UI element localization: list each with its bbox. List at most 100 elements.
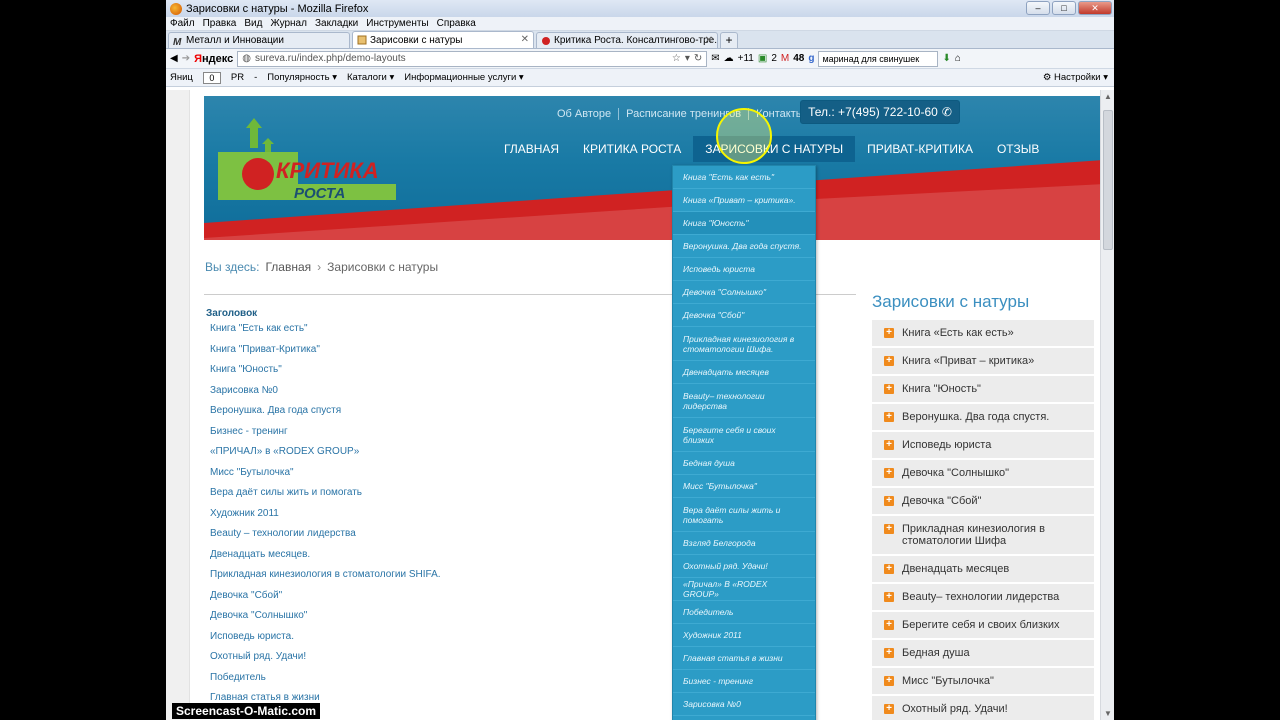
list-item[interactable]: Зарисовка №0 xyxy=(206,385,441,406)
back-icon[interactable]: ◀ xyxy=(170,53,178,64)
info-services-menu[interactable]: Информационные услуги ▾ xyxy=(404,72,523,83)
list-item[interactable]: Вера даёт силы жить и помогать xyxy=(206,487,441,508)
sidebar-item[interactable]: + Охотный ряд. Удачи! xyxy=(872,696,1094,720)
link-about-author[interactable]: Об Авторе xyxy=(550,108,620,120)
sidebar-item[interactable]: + Книга "Юность" xyxy=(872,376,1094,404)
dropdown-item[interactable]: Бизнес - тренинг xyxy=(673,670,815,693)
dropdown-item[interactable]: Девочка "Солнышко" xyxy=(673,281,815,304)
dropdown-item[interactable]: Девочка "Сбой" xyxy=(673,304,815,327)
google-icon[interactable]: g xyxy=(808,53,814,64)
popularity-menu[interactable]: Популярность ▾ xyxy=(267,72,337,83)
dropdown-item[interactable]: Художник 2011 xyxy=(673,624,815,647)
sidebar-item[interactable]: + Прикладная кинезиология в стоматологии … xyxy=(872,516,1094,556)
list-item[interactable]: Победитель xyxy=(206,672,441,693)
dropdown-item[interactable]: Вера даёт силы жить и помогать xyxy=(673,498,815,532)
list-item[interactable]: Beauty – технологии лидерства xyxy=(206,528,441,549)
tab-close-icon[interactable]: ✕ xyxy=(521,34,529,45)
dropdown-arrow-icon[interactable]: ▾ xyxy=(685,53,690,64)
list-item[interactable]: Бизнес - тренинг xyxy=(206,426,441,447)
mail-icon[interactable]: ✉ xyxy=(711,53,719,64)
weather-icon[interactable]: ☁ xyxy=(724,53,734,64)
dropdown-item[interactable]: «Причал» В «RODEX GROUP» xyxy=(673,578,815,601)
dropdown-item[interactable]: Охотный ряд. Удачи! xyxy=(673,555,815,578)
dropdown-item[interactable]: Бедная душа xyxy=(673,452,815,475)
yandex-mail-icon[interactable]: ▣ xyxy=(758,53,767,64)
list-item[interactable]: Мисс "Бутылочка" xyxy=(206,467,441,488)
dropdown-item[interactable]: Главная статья в жизни xyxy=(673,647,815,670)
tab-close-icon[interactable]: ✕ xyxy=(705,35,713,46)
tab-zarisovki[interactable]: Зарисовки с натуры ✕ xyxy=(352,31,534,48)
nav-privat-kritika[interactable]: ПРИВАТ-КРИТИКА xyxy=(855,136,985,162)
minimize-button[interactable]: – xyxy=(1026,1,1050,15)
gmail-icon[interactable]: M xyxy=(781,53,789,64)
dropdown-item[interactable]: Победитель xyxy=(673,601,815,624)
yandex-logo[interactable]: Яндекс xyxy=(194,53,233,65)
settings-menu[interactable]: ⚙ Настройки ▾ xyxy=(1043,72,1114,83)
menu-edit[interactable]: Правка xyxy=(203,18,237,29)
dropdown-item[interactable]: Берегите себя и своих близких xyxy=(673,418,815,452)
sidebar-item[interactable]: + Девочка "Сбой" xyxy=(872,488,1094,516)
scroll-down-icon[interactable]: ▼ xyxy=(1104,709,1112,718)
page-scrollbar[interactable]: ▲ ▼ xyxy=(1100,90,1114,720)
list-item[interactable]: Художник 2011 xyxy=(206,508,441,529)
nav-otzyv[interactable]: ОТЗЫВ xyxy=(985,136,1051,162)
list-item[interactable]: Девочка "Солнышко" xyxy=(206,610,441,631)
sidebar-item[interactable]: + Бедная душа xyxy=(872,640,1094,668)
dropdown-item[interactable]: Исповедь юриста xyxy=(673,258,815,281)
menu-tools[interactable]: Инструменты xyxy=(366,18,428,29)
catalogs-menu[interactable]: Каталоги ▾ xyxy=(347,72,394,83)
list-item[interactable]: Веронушка. Два года спустя xyxy=(206,405,441,426)
dropdown-item[interactable]: Beauty– технологии лидерства xyxy=(673,384,815,418)
menu-bookmarks[interactable]: Закладки xyxy=(315,18,358,29)
tab-metal[interactable]: M Металл и Инновации xyxy=(168,32,350,48)
breadcrumb-home[interactable]: Главная xyxy=(265,260,311,274)
tab-kritika[interactable]: Критика Роста. Консалтингово-тре... ✕ xyxy=(536,32,718,48)
new-tab-button[interactable]: + xyxy=(720,32,738,48)
dropdown-item[interactable]: Взгляд Белгорода xyxy=(673,532,815,555)
sidebar-item[interactable]: + Мисс "Бутылочка" xyxy=(872,668,1094,696)
sidebar-item[interactable]: + Двенадцать месяцев xyxy=(872,556,1094,584)
sidebar-item[interactable]: + Берегите себя и своих близких xyxy=(872,612,1094,640)
sidebar-item[interactable]: + Книга «Есть как есть» xyxy=(872,320,1094,348)
bookmark-star-icon[interactable]: ☆ xyxy=(672,53,681,64)
scroll-up-icon[interactable]: ▲ xyxy=(1104,92,1112,101)
kritika-rosta-logo[interactable]: КРИТИКА РОСТА xyxy=(218,118,398,206)
dropdown-item[interactable]: Прикладная кинезиология в стоматологии Ш… xyxy=(673,327,815,361)
list-item[interactable]: Книга "Приват-Критика" xyxy=(206,344,441,365)
list-item[interactable]: Исповедь юриста. xyxy=(206,631,441,652)
menu-help[interactable]: Справка xyxy=(437,18,476,29)
scrollbar-thumb[interactable] xyxy=(1103,110,1113,250)
sidebar-item[interactable]: + Beauty– технологии лидерства xyxy=(872,584,1094,612)
menu-view[interactable]: Вид xyxy=(244,18,262,29)
menu-file[interactable]: Файл xyxy=(170,18,195,29)
maximize-button[interactable]: □ xyxy=(1052,1,1076,15)
list-item[interactable]: Прикладная кинезиология в стоматологии S… xyxy=(206,569,441,590)
search-input[interactable]: маринад для свинушек xyxy=(818,50,939,67)
download-icon[interactable]: ⬇ xyxy=(942,53,950,64)
dropdown-item[interactable]: Двенадцать месяцев xyxy=(673,361,815,384)
list-item[interactable]: Девочка "Сбой" xyxy=(206,590,441,611)
list-item[interactable]: Книга "Есть как есть" xyxy=(206,323,441,344)
nav-home[interactable]: ГЛАВНАЯ xyxy=(492,136,571,162)
list-item[interactable]: Охотный ряд. Удачи! xyxy=(206,651,441,672)
reload-icon[interactable]: ↻ xyxy=(694,53,702,64)
sidebar-item[interactable]: + Исповедь юриста xyxy=(872,432,1094,460)
sidebar-item[interactable]: + Веронушка. Два года спустя. xyxy=(872,404,1094,432)
list-item[interactable]: Книга "Юность" xyxy=(206,364,441,385)
address-bar[interactable]: ◍ sureva.ru/index.php/demo-layouts ☆ ▾ ↻ xyxy=(237,50,708,67)
nav-kritika-rosta[interactable]: КРИТИКА РОСТА xyxy=(571,136,693,162)
sidebar-item[interactable]: + Девочка "Солнышко" xyxy=(872,460,1094,488)
home-icon[interactable]: ⌂ xyxy=(955,53,961,64)
dropdown-item[interactable]: Книга "Юность" xyxy=(673,212,815,235)
dropdown-item[interactable]: Веронушка. Два года спустя. xyxy=(673,235,815,258)
dropdown-item[interactable]: Книга «Приват – критика». xyxy=(673,189,815,212)
menu-history[interactable]: Журнал xyxy=(270,18,307,29)
close-button[interactable]: ✕ xyxy=(1078,1,1112,15)
dropdown-item[interactable]: Книга "Есть как есть" xyxy=(673,166,815,189)
sidebar-item[interactable]: + Книга «Приват – критика» xyxy=(872,348,1094,376)
dropdown-item[interactable]: Мисс "Бутылочка" xyxy=(673,475,815,498)
dropdown-item[interactable]: Зарисовка №0 xyxy=(673,693,815,716)
list-item[interactable]: «ПРИЧАЛ» в «RODEX GROUP» xyxy=(206,446,441,467)
forward-icon[interactable]: ➔ xyxy=(182,53,190,64)
list-item[interactable]: Двенадцать месяцев. xyxy=(206,549,441,570)
